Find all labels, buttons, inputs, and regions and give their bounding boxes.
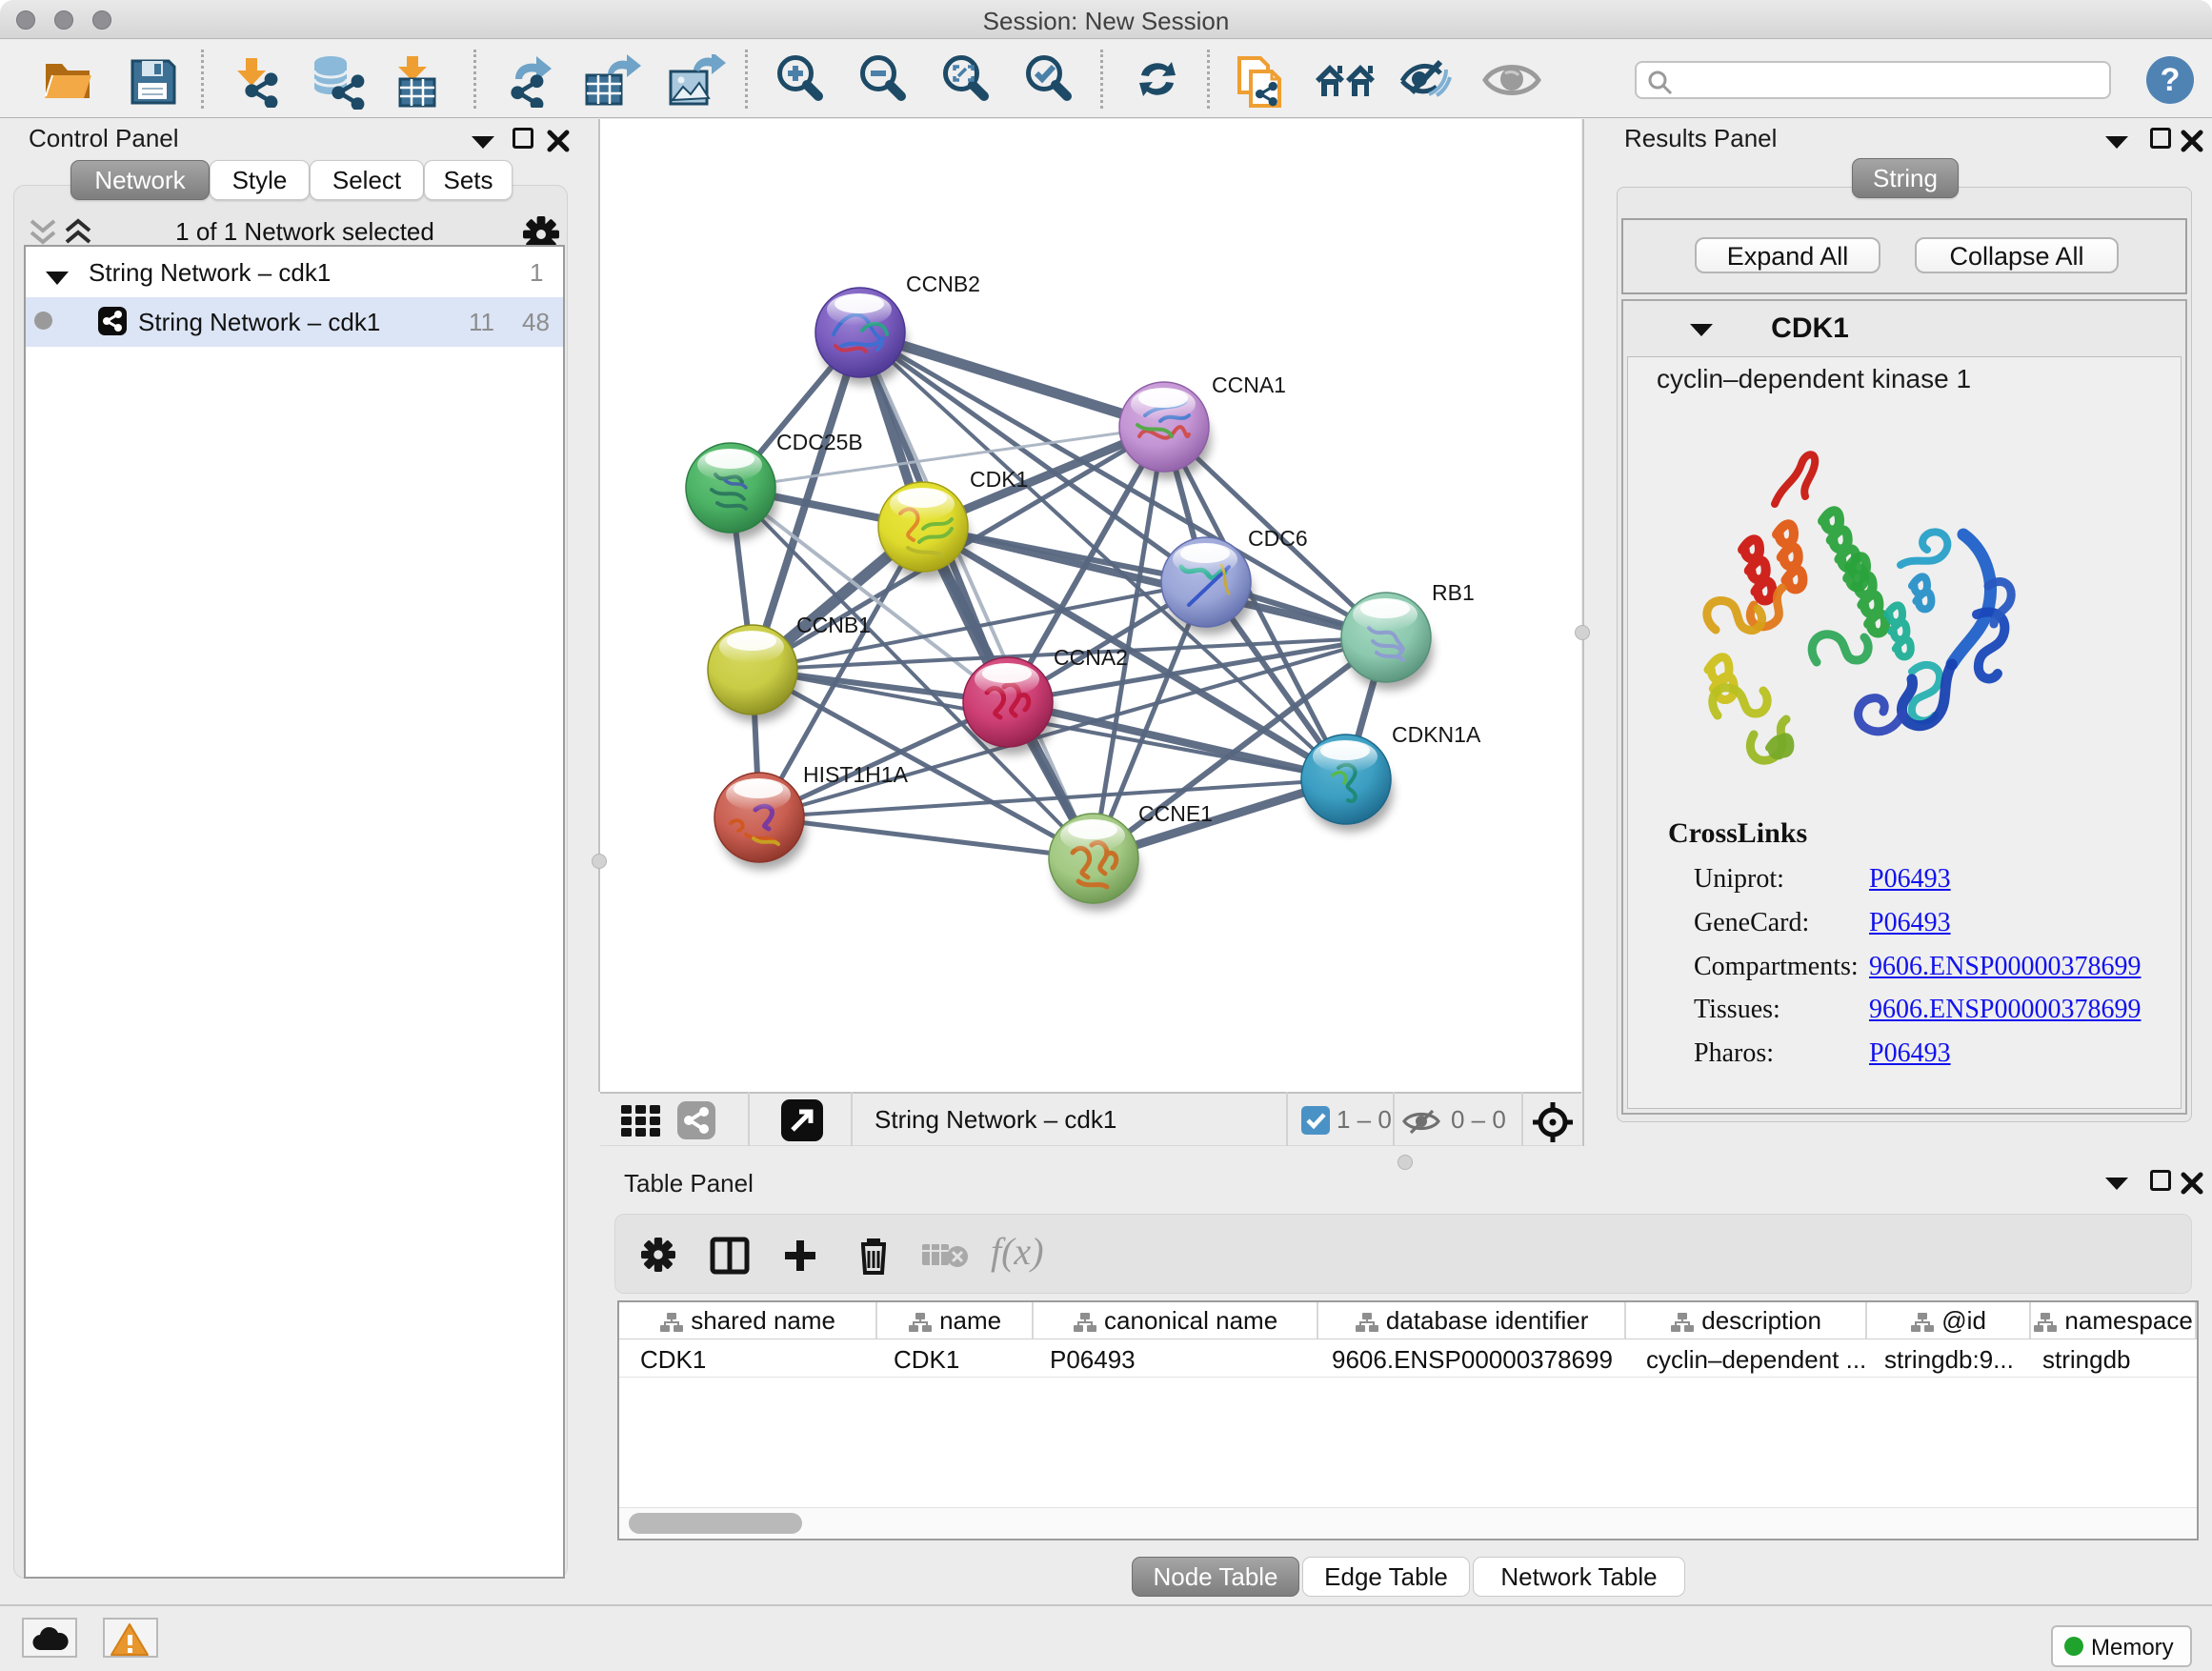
- svg-text:?: ?: [2161, 62, 2181, 98]
- svg-text:CDC25B: CDC25B: [776, 430, 863, 454]
- svg-text:CCNA1: CCNA1: [1212, 372, 1286, 397]
- svg-text:CCNB2: CCNB2: [906, 272, 980, 296]
- svg-text:HIST1H1A: HIST1H1A: [803, 762, 909, 787]
- svg-text:CDC6: CDC6: [1248, 526, 1308, 551]
- svg-text:CDK1: CDK1: [970, 467, 1028, 492]
- svg-text:CCNB1: CCNB1: [796, 613, 871, 637]
- svg-text:RB1: RB1: [1432, 580, 1475, 605]
- svg-text:CCNE1: CCNE1: [1138, 801, 1213, 826]
- svg-text:CDKN1A: CDKN1A: [1392, 722, 1481, 747]
- svg-text:CCNA2: CCNA2: [1054, 645, 1128, 670]
